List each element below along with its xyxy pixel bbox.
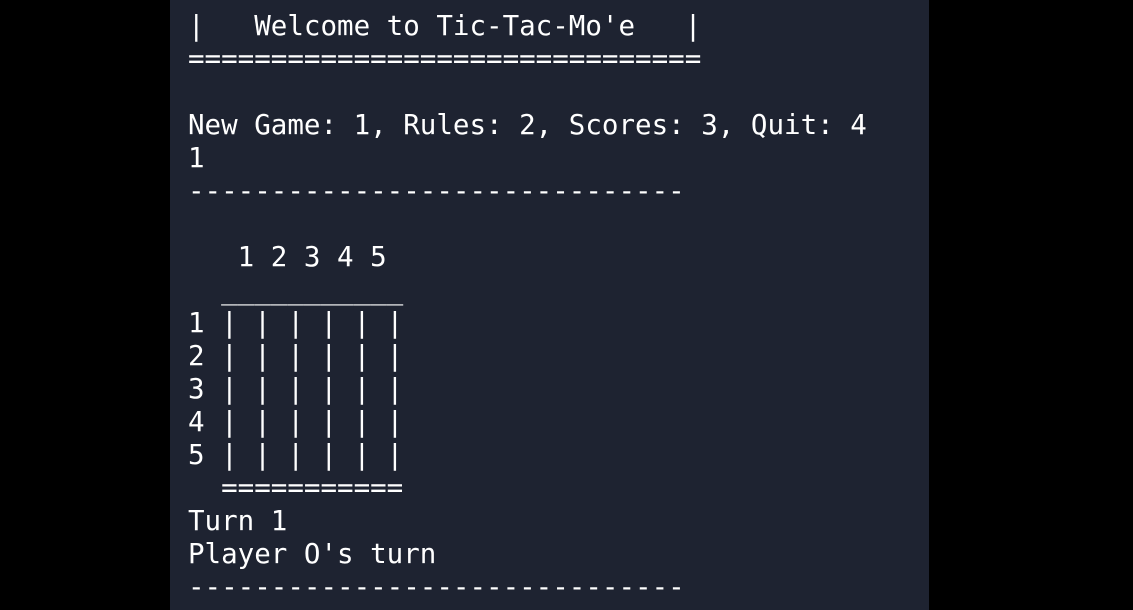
title-border-top: =============================== <box>188 0 701 9</box>
current-player: Player O's turn <box>188 538 437 570</box>
board-column-headers: 1 2 3 4 5 <box>188 241 387 273</box>
user-input-echo: 1 <box>188 142 205 174</box>
turn-counter: Turn 1 <box>188 505 288 537</box>
board-row-3: 3 | | | | | | <box>188 373 404 405</box>
terminal-window[interactable]: =============================== | Welcom… <box>170 0 929 610</box>
menu-options: New Game: 1, Rules: 2, Scores: 3, Quit: … <box>188 109 867 141</box>
board-row-5: 5 | | | | | | <box>188 439 404 471</box>
separator-line: ------------------------------ <box>188 175 685 207</box>
separator-line: ------------------------------ <box>188 571 685 603</box>
board-row-1: 1 | | | | | | <box>188 307 404 339</box>
title-border-bottom: =============================== <box>188 43 702 75</box>
board-bottom-border: =========== <box>188 472 404 504</box>
welcome-banner: | Welcome to Tic-Tac-Mo'e | <box>188 10 702 42</box>
board-row-2: 2 | | | | | | <box>188 340 404 372</box>
board-top-border: ___________ <box>188 274 404 306</box>
board-row-4: 4 | | | | | | <box>188 406 404 438</box>
